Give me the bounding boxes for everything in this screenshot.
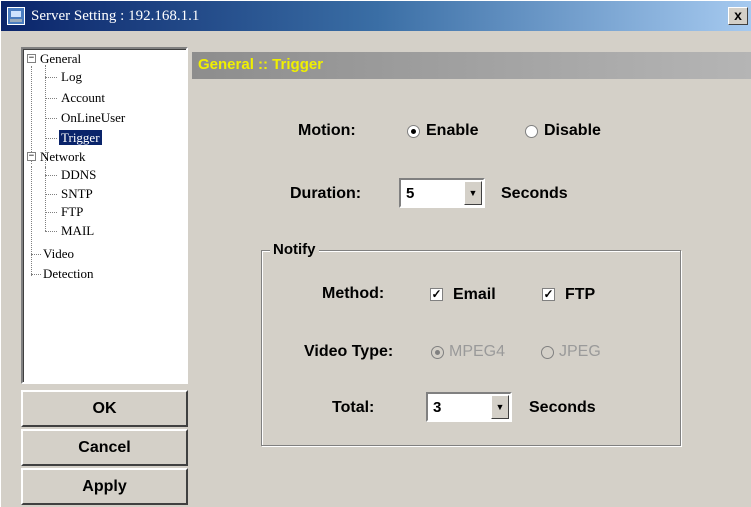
motion-enable-radio[interactable] bbox=[407, 125, 420, 138]
tree-line bbox=[31, 66, 32, 164]
tree-line bbox=[45, 167, 46, 231]
content-header: General :: Trigger bbox=[192, 52, 751, 79]
duration-label: Duration: bbox=[290, 185, 362, 202]
jpeg-radio bbox=[541, 346, 554, 359]
cancel-button[interactable]: Cancel bbox=[21, 429, 188, 466]
tree-line bbox=[45, 77, 57, 78]
tree-item-general[interactable]: General bbox=[40, 51, 81, 67]
duration-select[interactable]: 5 ▼ bbox=[399, 178, 485, 208]
chevron-down-icon[interactable]: ▼ bbox=[491, 395, 509, 419]
tree-item-mail[interactable]: MAIL bbox=[61, 223, 94, 239]
mpeg4-label: MPEG4 bbox=[449, 343, 506, 360]
jpeg-label: JPEG bbox=[559, 343, 601, 360]
tree-item-video[interactable]: Video bbox=[43, 246, 74, 262]
content-title: General :: Trigger bbox=[198, 56, 324, 73]
close-icon[interactable]: x bbox=[728, 7, 748, 25]
tree-line bbox=[45, 138, 57, 139]
duration-value: 5 bbox=[406, 185, 415, 202]
tree-item-ddns[interactable]: DDNS bbox=[61, 167, 96, 183]
settings-tree[interactable]: − General Log Account OnLineUser Trigger… bbox=[21, 47, 188, 384]
tree-line bbox=[31, 254, 41, 255]
total-value: 3 bbox=[433, 399, 442, 416]
apply-button[interactable]: Apply bbox=[21, 468, 188, 505]
tree-line bbox=[31, 166, 32, 276]
notify-group-title: Notify bbox=[270, 241, 319, 258]
ok-button[interactable]: OK bbox=[21, 390, 188, 427]
tree-item-trigger[interactable]: Trigger bbox=[59, 130, 102, 146]
total-label: Total: bbox=[332, 399, 375, 416]
motion-disable-radio[interactable] bbox=[525, 125, 538, 138]
duration-unit: Seconds bbox=[501, 185, 568, 202]
app-icon bbox=[7, 7, 25, 25]
mpeg4-radio bbox=[431, 346, 444, 359]
motion-disable-label[interactable]: Disable bbox=[544, 122, 601, 140]
motion-enable-label[interactable]: Enable bbox=[426, 122, 478, 140]
collapse-general-icon[interactable]: − bbox=[27, 54, 36, 63]
tree-item-online-user[interactable]: OnLineUser bbox=[61, 110, 125, 126]
email-checkbox[interactable]: ✓ bbox=[430, 288, 443, 301]
tree-item-detection[interactable]: Detection bbox=[43, 266, 94, 282]
tree-line bbox=[31, 274, 41, 275]
tree-item-account[interactable]: Account bbox=[61, 90, 105, 106]
title-bar[interactable]: Server Setting : 192.168.1.1 x bbox=[1, 1, 751, 31]
tree-line bbox=[45, 118, 57, 119]
tree-line bbox=[45, 231, 57, 232]
collapse-network-icon[interactable]: − bbox=[27, 152, 36, 161]
tree-item-sntp[interactable]: SNTP bbox=[61, 186, 93, 202]
tree-line bbox=[45, 212, 57, 213]
total-select[interactable]: 3 ▼ bbox=[426, 392, 512, 422]
total-unit: Seconds bbox=[529, 399, 596, 416]
tree-item-network[interactable]: Network bbox=[40, 149, 86, 165]
ftp-label[interactable]: FTP bbox=[565, 286, 595, 304]
tree-line bbox=[45, 175, 57, 176]
method-label: Method: bbox=[322, 285, 385, 302]
tree-line bbox=[45, 98, 57, 99]
chevron-down-icon[interactable]: ▼ bbox=[464, 181, 482, 205]
email-label[interactable]: Email bbox=[453, 286, 496, 304]
window-title: Server Setting : 192.168.1.1 bbox=[31, 7, 200, 24]
tree-line bbox=[45, 194, 57, 195]
ftp-checkbox[interactable]: ✓ bbox=[542, 288, 555, 301]
motion-label: Motion: bbox=[298, 122, 356, 139]
tree-item-ftp[interactable]: FTP bbox=[61, 204, 83, 220]
tree-item-log[interactable]: Log bbox=[61, 69, 82, 85]
video-type-label: Video Type: bbox=[304, 343, 394, 360]
server-setting-window: Server Setting : 192.168.1.1 x − General… bbox=[0, 0, 751, 507]
